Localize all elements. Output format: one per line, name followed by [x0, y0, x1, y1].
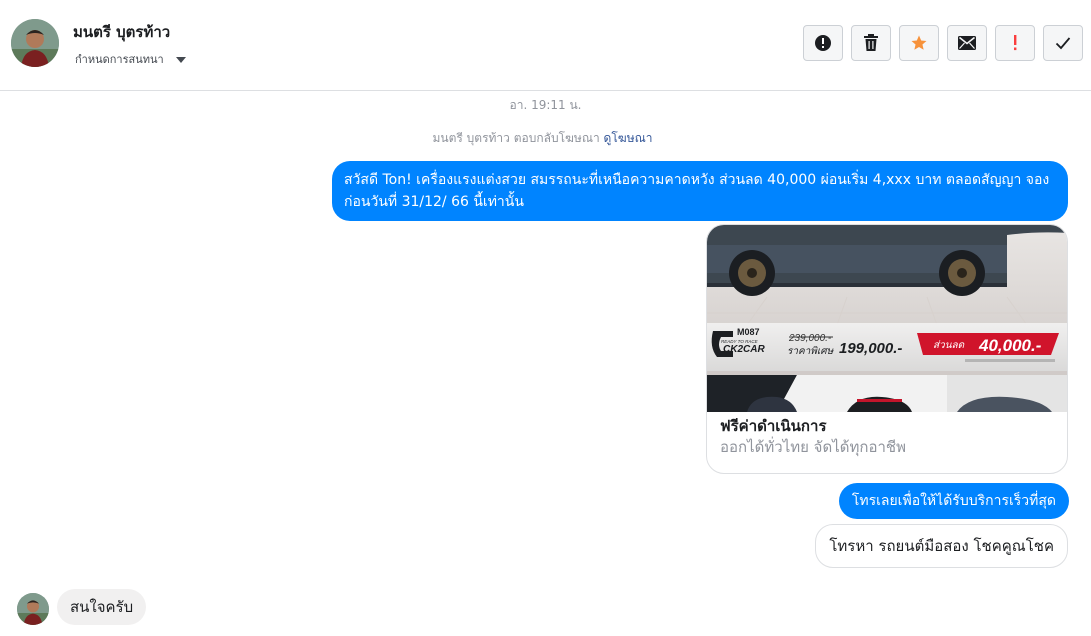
spam-button[interactable]	[803, 25, 843, 61]
cta-message-bubble: โทรเลยเพื่อให้ได้รับบริการเร็วที่สุด	[838, 483, 1069, 519]
caret-down-icon	[175, 56, 186, 63]
ad-reply-note: มนตรี บุตรท้าว ตอบกลับโฆษณา ดูโฆษณา	[0, 129, 1085, 148]
ad-image-special-price: 199,000.-	[839, 340, 902, 357]
trash-icon	[864, 34, 878, 51]
follow-up-button[interactable]	[995, 25, 1035, 61]
ad-message-bubble: สวัสดี Ton! เครื่องแรงแต่งสวย สมรรถนะที่…	[332, 161, 1068, 221]
mark-done-button[interactable]	[1043, 25, 1083, 61]
call-option-button[interactable]: โทรหา รถยนต์มือสอง โชคคูณโชค	[815, 524, 1068, 568]
contact-avatar[interactable]	[11, 19, 59, 67]
alert-circle-icon	[815, 35, 831, 51]
ad-image-brand: CK2CAR	[723, 344, 765, 355]
envelope-icon	[958, 36, 976, 50]
ad-image-discount-amount: 40,000.-	[978, 336, 1042, 355]
exclamation-icon	[1014, 35, 1017, 51]
assign-label: กำหนดการสนทนา	[75, 53, 164, 66]
ad-reply-prefix: มนตรี บุตรท้าว ตอบกลับโฆษณา	[432, 131, 600, 145]
delete-button[interactable]	[851, 25, 891, 61]
ad-image-old-price: 239,000.-	[788, 333, 832, 344]
message-timestamp: อา. 19:11 น.	[509, 98, 582, 112]
contact-name[interactable]: มนตรี บุตรท้าว	[73, 20, 170, 44]
ad-card-subtitle: ออกได้ทั่วไทย จัดได้ทุกอาชีพ	[720, 438, 906, 456]
ad-image-model-code: M087	[737, 327, 760, 337]
star-button[interactable]	[899, 25, 939, 61]
star-icon	[911, 35, 927, 50]
ad-card-image[interactable]: M087 READY TO RACE CK2CAR 239,000.- ราคา…	[707, 225, 1067, 412]
ad-image-special-label: ราคาพิเศษ	[787, 345, 835, 357]
assign-conversation-dropdown[interactable]: กำหนดการสนทนา	[75, 50, 186, 68]
conversation-toolbar	[803, 25, 1083, 61]
sender-avatar[interactable]	[17, 593, 49, 625]
mark-unread-button[interactable]	[947, 25, 987, 61]
conversation-header: มนตรี บุตรท้าว กำหนดการสนทนา	[0, 0, 1091, 91]
view-ad-link[interactable]: ดูโฆษณา	[604, 131, 653, 145]
user-reply-bubble: สนใจครับ	[57, 589, 147, 625]
ad-card[interactable]: M087 READY TO RACE CK2CAR 239,000.- ราคา…	[706, 224, 1068, 474]
checkmark-icon	[1055, 37, 1071, 50]
ad-image-discount-label: ส่วนลด	[933, 340, 965, 351]
